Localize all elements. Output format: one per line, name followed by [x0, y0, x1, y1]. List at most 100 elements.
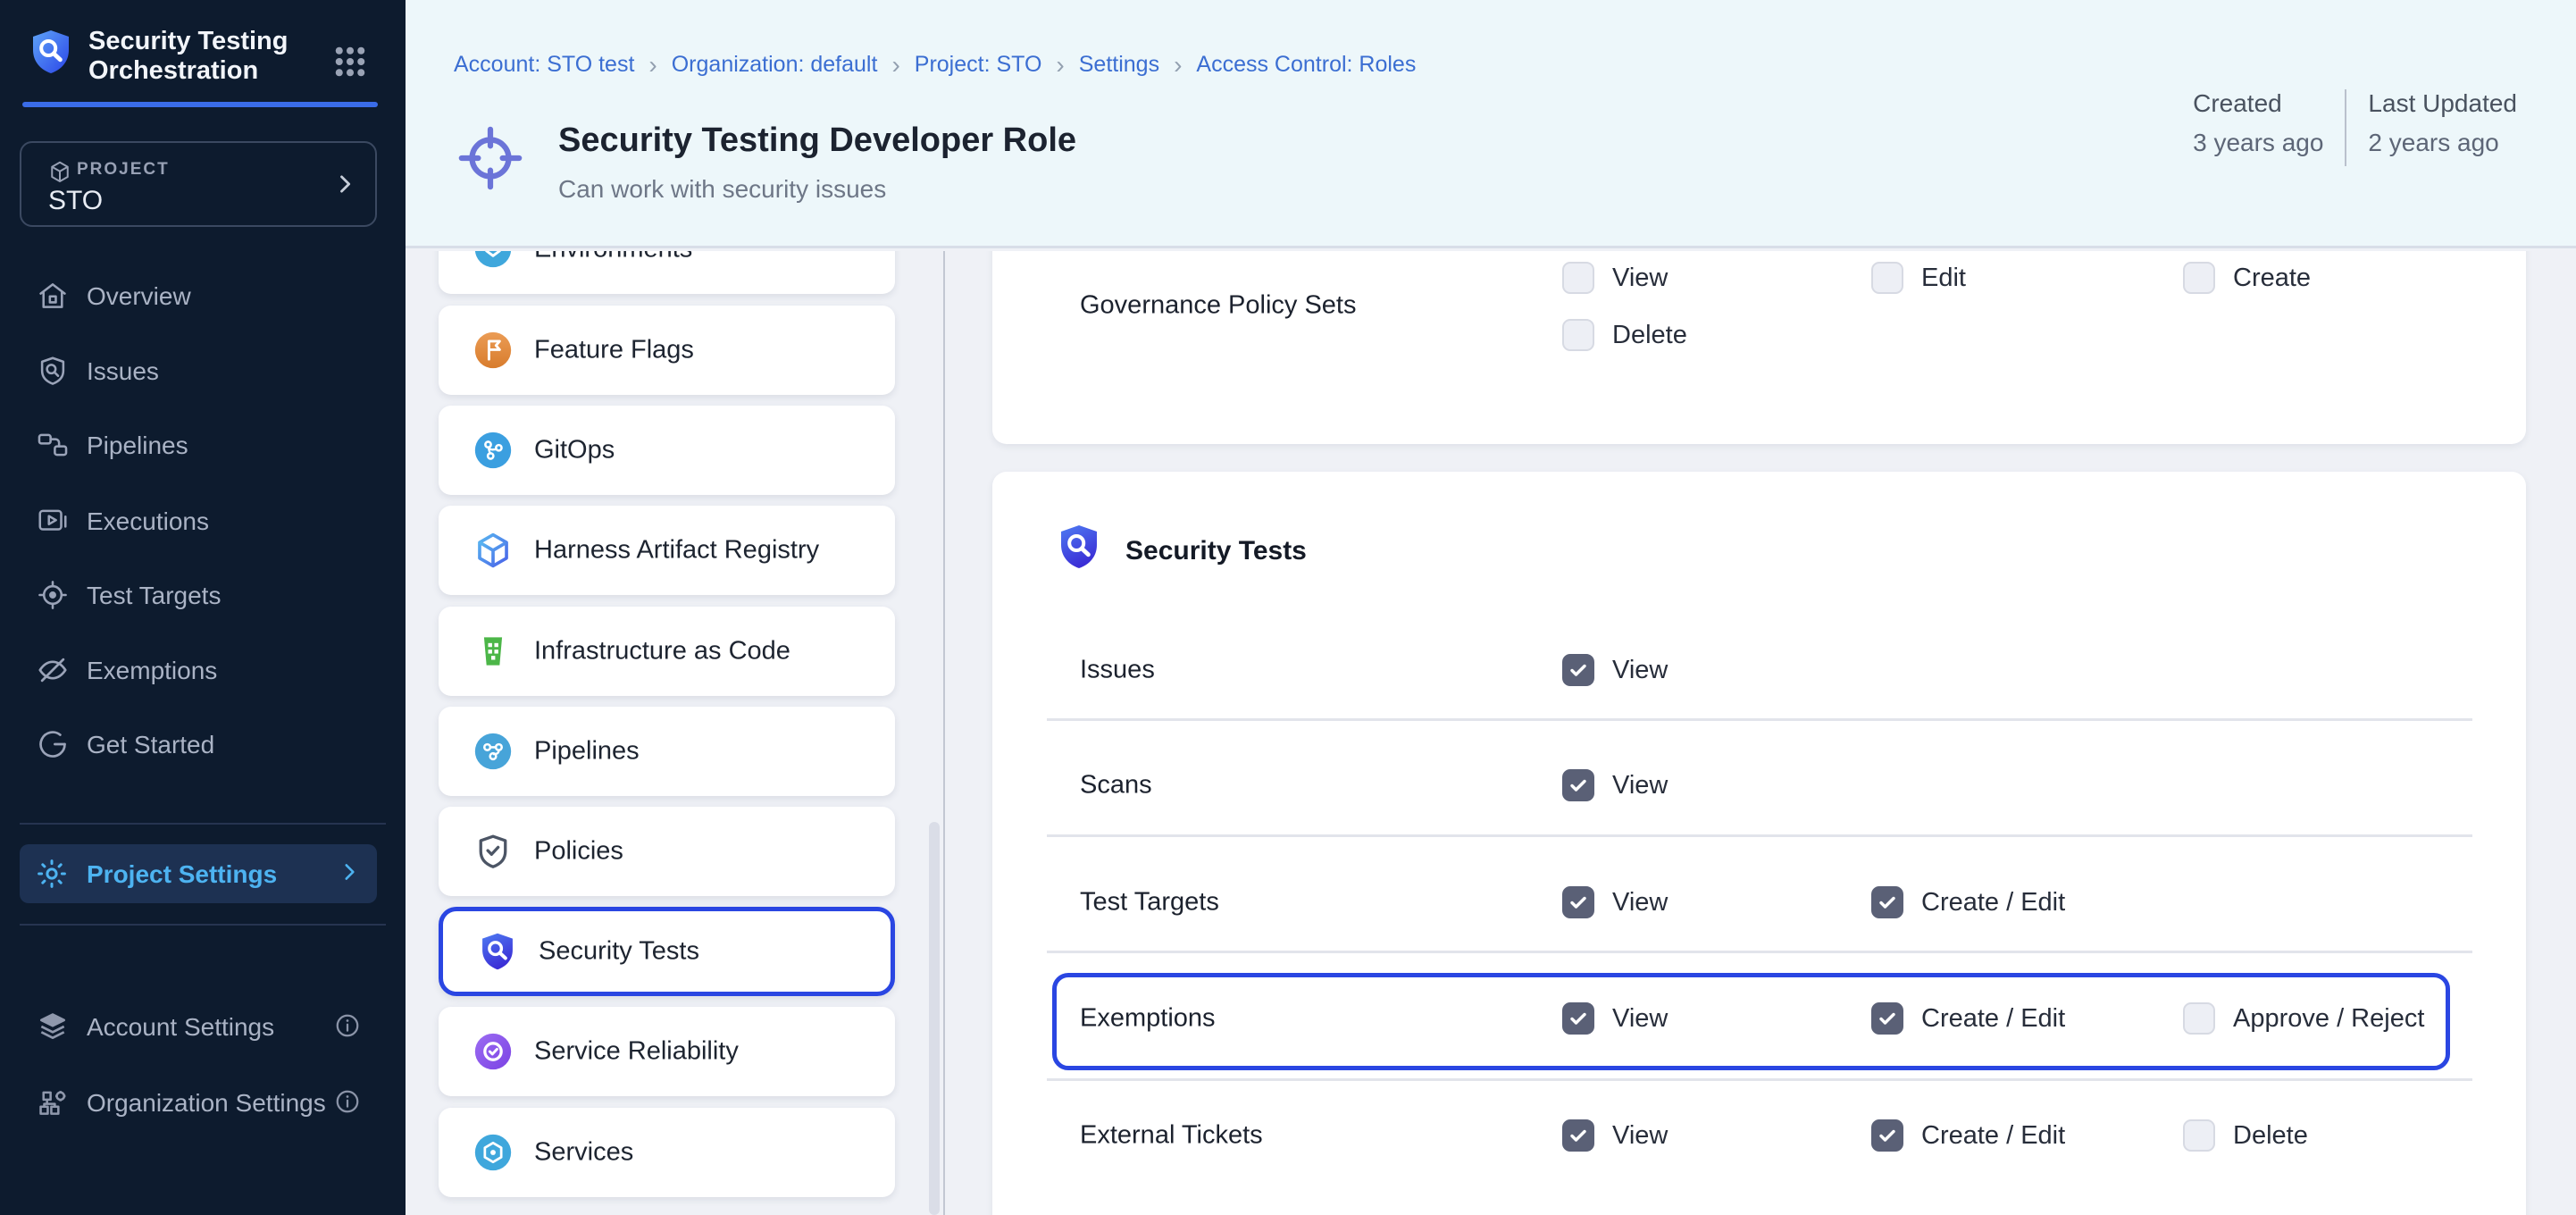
created-value: 3 years ago	[2193, 129, 2323, 157]
breadcrumb-project[interactable]: Project: STO	[915, 52, 1042, 78]
module-card-services[interactable]: Services	[439, 1108, 895, 1197]
module-card-feature-flags[interactable]: Feature Flags	[439, 306, 895, 395]
org-chart-icon	[36, 1085, 70, 1119]
module-card-environments[interactable]: Environments	[439, 251, 895, 294]
breadcrumb-account[interactable]: Account: STO test	[454, 52, 634, 78]
last-updated-value: 2 years ago	[2368, 129, 2517, 157]
view-checkbox[interactable]	[1562, 262, 1594, 294]
permission-option: Create / Edit	[1871, 886, 2065, 918]
permission-option: View	[1562, 262, 1668, 294]
view-checkbox[interactable]	[1562, 769, 1594, 801]
security-tests-card: Security Tests Issues View Scans View Te…	[992, 472, 2526, 1215]
brand-underline	[22, 102, 378, 107]
project-selector[interactable]: PROJECT STO	[20, 141, 377, 227]
section-title: Security Tests	[1125, 536, 1307, 566]
issues-shield-icon	[36, 354, 70, 388]
sidebar: Security Testing Orchestration PROJECT S…	[0, 0, 406, 1215]
module-card-policies[interactable]: Policies	[439, 807, 895, 896]
last-updated-label: Last Updated	[2368, 89, 2517, 118]
pipelines-module-icon	[473, 732, 513, 771]
page-header: Account: STO test › Organization: defaul…	[406, 0, 2576, 248]
sidebar-item-overview[interactable]: Overview	[20, 267, 386, 324]
infrastructure-as-code-icon	[473, 632, 513, 671]
delete-checkbox[interactable]	[2183, 1119, 2215, 1152]
created-label: Created	[2193, 89, 2323, 118]
create-edit-checkbox[interactable]	[1871, 1002, 1903, 1035]
app-title: Security Testing Orchestration	[88, 27, 288, 86]
row-divider	[1047, 718, 2472, 721]
services-icon	[473, 1133, 513, 1172]
sidebar-item-pipelines[interactable]: Pipelines	[20, 416, 386, 473]
security-tests-section-icon	[1058, 524, 1100, 570]
layers-icon	[36, 1010, 70, 1043]
view-checkbox[interactable]	[1562, 1002, 1594, 1035]
sidebar-item-test-targets[interactable]: Test Targets	[20, 566, 386, 624]
sidebar-item-organization-settings[interactable]: Organization Settings	[20, 1074, 386, 1131]
breadcrumb-separator-icon: ›	[891, 54, 899, 76]
permission-row-label: Exemptions	[1080, 1004, 1216, 1034]
permission-option: Delete	[2183, 1119, 2308, 1152]
permission-option: View	[1562, 1119, 1668, 1152]
sidebar-item-executions[interactable]: Executions	[20, 492, 386, 549]
page-subtitle: Can work with security issues	[558, 175, 886, 204]
permission-row-label: External Tickets	[1080, 1121, 1263, 1151]
role-meta: Created 3 years ago Last Updated 2 years…	[2193, 89, 2517, 166]
executions-play-icon	[36, 504, 70, 538]
info-icon[interactable]	[334, 1012, 361, 1039]
module-card-infrastructure-as-code[interactable]: Infrastructure as Code	[439, 607, 895, 696]
sidebar-item-get-started[interactable]: Get Started	[20, 716, 386, 773]
breadcrumb-access-control-roles[interactable]: Access Control: Roles	[1196, 52, 1416, 78]
breadcrumb-separator-icon: ›	[648, 54, 657, 76]
permission-row-label: Test Targets	[1080, 888, 1219, 918]
module-card-gitops[interactable]: GitOps	[439, 406, 895, 495]
policies-shield-check-icon	[473, 832, 513, 871]
chevron-right-icon	[338, 860, 361, 884]
module-card-security-tests[interactable]: Security Tests	[439, 907, 895, 996]
feature-flags-icon	[473, 331, 513, 370]
approve-reject-checkbox[interactable]	[2183, 1002, 2215, 1035]
permission-option: View	[1562, 886, 1668, 918]
create-checkbox[interactable]	[2183, 262, 2215, 294]
module-card-harness-artifact-registry[interactable]: Harness Artifact Registry	[439, 506, 895, 595]
breadcrumb-settings[interactable]: Settings	[1079, 52, 1159, 78]
create-edit-checkbox[interactable]	[1871, 886, 1903, 918]
row-divider	[1047, 834, 2472, 837]
sidebar-item-exemptions[interactable]: Exemptions	[20, 641, 386, 699]
delete-checkbox[interactable]	[1562, 319, 1594, 351]
module-card-service-reliability[interactable]: Service Reliability	[439, 1007, 895, 1096]
environments-icon	[473, 251, 513, 269]
info-icon[interactable]	[334, 1088, 361, 1115]
permission-option: Create / Edit	[1871, 1119, 2065, 1152]
sidebar-item-account-settings[interactable]: Account Settings	[20, 998, 386, 1055]
view-checkbox[interactable]	[1562, 654, 1594, 686]
permission-option: Create	[2183, 262, 2311, 294]
view-checkbox[interactable]	[1562, 1119, 1594, 1152]
permission-row-label: Scans	[1080, 771, 1152, 800]
module-grid-icon[interactable]	[331, 43, 369, 80]
sto-shield-logo-icon	[29, 27, 72, 77]
get-started-icon	[36, 727, 70, 761]
create-edit-checkbox[interactable]	[1871, 1119, 1903, 1152]
service-reliability-icon	[473, 1032, 513, 1071]
scrollbar-thumb[interactable]	[929, 822, 940, 1215]
module-card-pipelines[interactable]: Pipelines	[439, 707, 895, 796]
permission-option: Edit	[1871, 262, 1966, 294]
view-checkbox[interactable]	[1562, 886, 1594, 918]
breadcrumb-organization[interactable]: Organization: default	[672, 52, 878, 78]
chevron-right-icon	[332, 172, 357, 197]
meta-divider	[2345, 89, 2346, 166]
sidebar-divider	[20, 924, 386, 926]
edit-checkbox[interactable]	[1871, 262, 1903, 294]
row-divider	[1047, 951, 2472, 953]
permission-option: Delete	[1562, 319, 1687, 351]
row-divider	[1047, 1078, 2472, 1081]
permission-option: View	[1562, 654, 1668, 686]
sidebar-item-issues[interactable]: Issues	[20, 342, 386, 399]
permission-option: Create / Edit	[1871, 1002, 2065, 1035]
security-tests-icon	[478, 932, 517, 971]
sidebar-item-project-settings[interactable]: Project Settings	[20, 844, 377, 903]
permissions-content: Environments Feature Flags GitOps Harnes…	[406, 251, 2576, 1215]
breadcrumb-separator-icon: ›	[1056, 54, 1064, 76]
permission-option: View	[1562, 1002, 1668, 1035]
permission-row-label: Governance Policy Sets	[1080, 291, 1356, 321]
